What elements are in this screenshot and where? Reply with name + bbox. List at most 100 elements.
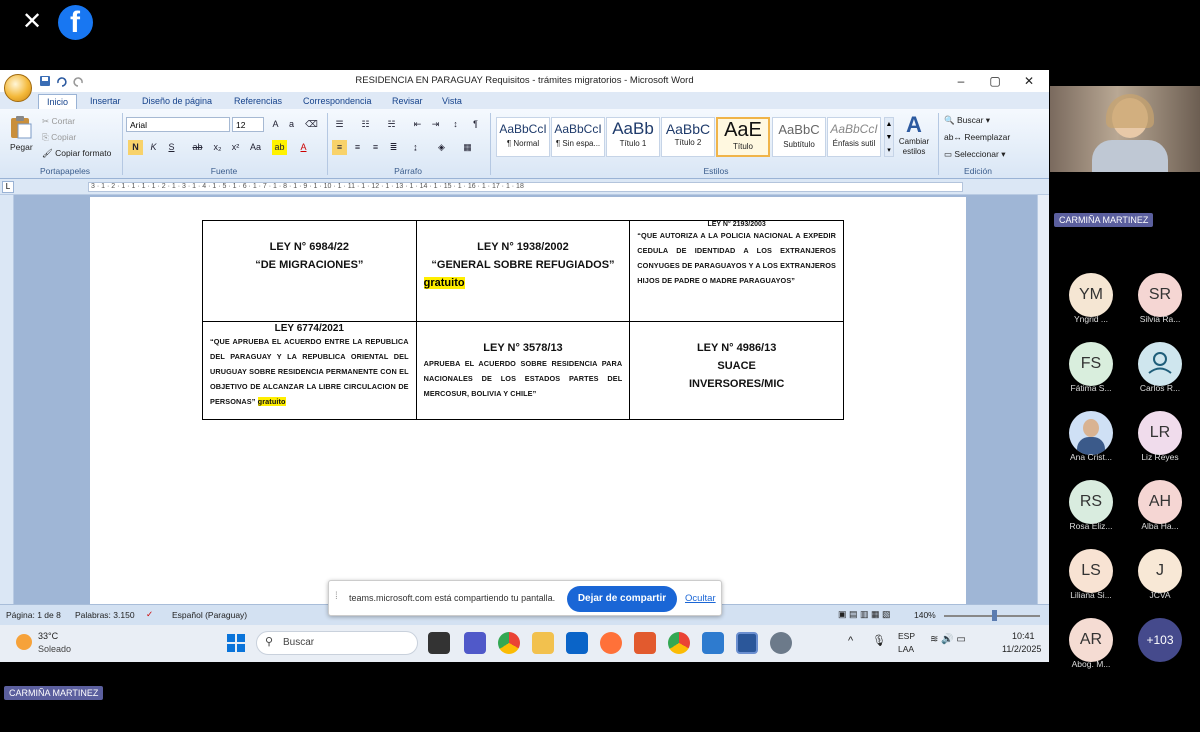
tab-inicio[interactable]: Inicio — [38, 94, 78, 109]
vertical-scrollbar[interactable] — [1037, 195, 1049, 604]
task-view-icon[interactable] — [428, 632, 450, 654]
maximize-button[interactable]: ▢ — [980, 72, 1010, 90]
weather-desc[interactable]: Soleado — [38, 644, 71, 654]
outlook-icon[interactable] — [566, 632, 588, 654]
strikethrough-icon[interactable]: ab — [190, 140, 205, 155]
shading-icon[interactable]: ◈ — [434, 140, 449, 155]
format-painter-button[interactable]: 🖌 Copiar formato — [42, 148, 111, 159]
language-bottom[interactable]: LAA — [898, 644, 914, 654]
style-subtitle[interactable]: AaBbC Subtítulo — [772, 117, 826, 157]
replace-button[interactable]: ab↔ Reemplazar — [944, 132, 1010, 142]
participant-avatar[interactable]: J — [1138, 549, 1182, 593]
borders-icon[interactable]: ▦ — [460, 140, 475, 155]
horizontal-ruler[interactable]: L 3 · 1 · 2 · 1 · 1 · 1 · 1 · 2 · 1 · 3 … — [0, 179, 1049, 195]
justify-icon[interactable]: ≣ — [386, 140, 401, 155]
style-subtle-emphasis[interactable]: AaBbCcI Énfasis sutil — [827, 117, 881, 157]
participant-avatar[interactable]: YM — [1069, 273, 1113, 317]
word-count[interactable]: Palabras: 3.150 — [75, 610, 135, 620]
participant-avatar[interactable]: LS — [1069, 549, 1113, 593]
teams-icon[interactable] — [464, 632, 486, 654]
microphone-icon[interactable]: 🎙 — [872, 634, 886, 647]
language-status[interactable]: Español (Paraguay) — [172, 610, 247, 620]
style-normal[interactable]: AaBbCcI ¶ Normal — [496, 117, 550, 157]
decrease-indent-icon[interactable]: ⇤ — [410, 117, 425, 132]
multilevel-icon[interactable]: ☵ — [384, 117, 399, 132]
shrink-font-icon[interactable]: a — [284, 117, 299, 132]
change-case-icon[interactable]: Aa — [248, 140, 263, 155]
clock-date[interactable]: 11/2/2025 — [1002, 644, 1041, 654]
bold-icon[interactable]: N — [128, 140, 143, 155]
tab-insertar[interactable]: Insertar — [82, 94, 129, 109]
tab-vista[interactable]: Vista — [434, 94, 470, 109]
style-no-spacing[interactable]: AaBbCcI ¶ Sin espa... — [551, 117, 605, 157]
participant-avatar[interactable]: AH — [1138, 480, 1182, 524]
participant-avatar[interactable] — [1138, 342, 1182, 386]
minimize-button[interactable]: – — [946, 72, 976, 90]
grow-font-icon[interactable]: A — [268, 117, 283, 132]
close-viewer-button[interactable]: ✕ — [18, 8, 46, 36]
participant-avatar[interactable]: LR — [1138, 411, 1182, 455]
tab-revisar[interactable]: Revisar — [384, 94, 431, 109]
tray-expand-icon[interactable]: ^ — [848, 635, 853, 647]
stop-sharing-button[interactable]: Dejar de compartir — [567, 586, 677, 612]
superscript-icon[interactable]: x² — [228, 140, 243, 155]
document-area[interactable]: LEY N° 6984/22 “DE MIGRACIONES” LEY N° 1… — [0, 195, 1037, 604]
align-center-icon[interactable]: ≡ — [350, 140, 365, 155]
sort-icon[interactable]: ↕ — [448, 117, 463, 132]
find-button[interactable]: 🔍 Buscar ▾ — [944, 115, 990, 126]
style-heading-2[interactable]: AaBbC Título 2 — [661, 117, 715, 157]
office-button[interactable] — [4, 74, 32, 102]
copy-button[interactable]: ⎘ Copiar — [42, 132, 76, 143]
underline-icon[interactable]: S — [164, 140, 179, 155]
firefox-icon[interactable] — [600, 632, 622, 654]
align-right-icon[interactable]: ≡ — [368, 140, 383, 155]
tab-selector-icon[interactable]: L — [2, 181, 14, 193]
change-styles-button[interactable]: A Cambiar estilos — [898, 113, 930, 157]
chrome-icon[interactable] — [498, 632, 520, 654]
increase-indent-icon[interactable]: ⇥ — [428, 117, 443, 132]
zoom-level[interactable]: 140% — [914, 610, 936, 620]
tab-correspondencia[interactable]: Correspondencia — [295, 94, 380, 109]
align-left-icon[interactable]: ≡ — [332, 140, 347, 155]
document-page[interactable]: LEY N° 6984/22 “DE MIGRACIONES” LEY N° 1… — [90, 197, 966, 604]
select-button[interactable]: ▭ Seleccionar ▾ — [944, 149, 1005, 160]
bullets-icon[interactable]: ☰ — [332, 117, 347, 132]
word-taskbar-icon[interactable] — [736, 632, 758, 654]
font-size-field[interactable]: 12 — [232, 117, 264, 132]
font-color-icon[interactable]: A — [296, 140, 311, 155]
participant-avatar[interactable]: SR — [1138, 273, 1182, 317]
tab-referencias[interactable]: Referencias — [226, 94, 290, 109]
weather-temp[interactable]: 33°C — [38, 631, 58, 641]
show-marks-icon[interactable]: ¶ — [468, 117, 483, 132]
photos-icon[interactable] — [702, 632, 724, 654]
highlight-icon[interactable]: ab — [272, 140, 287, 155]
line-spacing-icon[interactable]: ↨ — [408, 140, 423, 155]
clear-format-icon[interactable]: ⌫ — [304, 117, 319, 132]
tab-diseno[interactable]: Diseño de página — [134, 94, 220, 109]
facebook-logo-icon[interactable]: f — [58, 5, 93, 40]
sun-icon[interactable] — [16, 634, 32, 650]
numbering-icon[interactable]: ☷ — [358, 117, 373, 132]
clock-time[interactable]: 10:41 — [1012, 631, 1035, 641]
view-buttons[interactable]: ▣ ▤ ▥ ▦ ▧ — [838, 609, 891, 620]
styles-scroll[interactable]: ▲ ▼ ▾ — [884, 117, 894, 157]
chrome-profile-icon[interactable] — [668, 632, 690, 654]
windows-start-icon[interactable] — [226, 633, 246, 653]
quick-access-toolbar[interactable] — [38, 74, 98, 91]
powerpoint-icon[interactable] — [634, 632, 656, 654]
participant-photo[interactable] — [1069, 411, 1113, 455]
taskbar-search[interactable]: ⚲ Buscar — [256, 631, 418, 655]
italic-icon[interactable]: K — [146, 140, 161, 155]
cut-button[interactable]: ✂ Cortar — [42, 116, 75, 127]
close-button[interactable]: ✕ — [1014, 72, 1044, 90]
more-participants-button[interactable]: +103 — [1138, 618, 1182, 662]
style-title[interactable]: AaE Título — [716, 117, 770, 157]
zoom-slider-thumb[interactable] — [992, 610, 997, 621]
participant-avatar[interactable]: RS — [1069, 480, 1113, 524]
page-count[interactable]: Página: 1 de 8 — [6, 610, 61, 620]
file-explorer-icon[interactable] — [532, 632, 554, 654]
style-heading-1[interactable]: AaBb Título 1 — [606, 117, 660, 157]
hide-link[interactable]: Ocultar — [685, 593, 716, 604]
quick-access-icons[interactable] — [38, 74, 98, 88]
participant-avatar[interactable]: AR — [1069, 618, 1113, 662]
